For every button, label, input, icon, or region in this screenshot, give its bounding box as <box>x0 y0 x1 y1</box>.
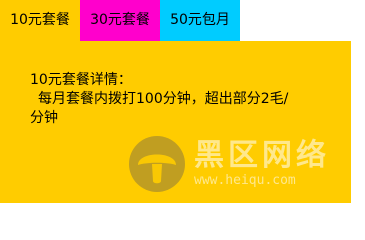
watermark-name: 黑区网络 <box>194 138 330 173</box>
watermark: 黑区网络 www.heiqu.com <box>128 135 330 193</box>
tab-50-yuan-monthly[interactable]: 50元包月 <box>160 0 240 41</box>
tab-bar: 10元套餐 30元套餐 50元包月 <box>0 0 240 41</box>
mushroom-logo-icon <box>129 136 185 192</box>
tab-widget: 10元套餐 30元套餐 50元包月 10元套餐详情： 每月套餐内拨打100分钟，… <box>0 0 365 205</box>
watermark-text: 黑区网络 www.heiqu.com <box>194 139 330 189</box>
watermark-url: www.heiqu.com <box>194 173 296 188</box>
plan-details-line-1: 每月套餐内拨打100分钟，超出部分2毛/ <box>38 91 289 107</box>
plan-details-line-2: 分钟 <box>30 110 58 126</box>
tab-10-yuan-plan[interactable]: 10元套餐 <box>0 0 80 41</box>
plan-details: 10元套餐详情： 每月套餐内拨打100分钟，超出部分2毛/ 分钟 <box>30 71 330 128</box>
plan-details-title: 10元套餐详情： <box>30 72 132 88</box>
tab-content-panel: 10元套餐详情： 每月套餐内拨打100分钟，超出部分2毛/ 分钟 黑区网络 ww… <box>0 41 351 203</box>
tab-30-yuan-plan[interactable]: 30元套餐 <box>80 0 160 41</box>
